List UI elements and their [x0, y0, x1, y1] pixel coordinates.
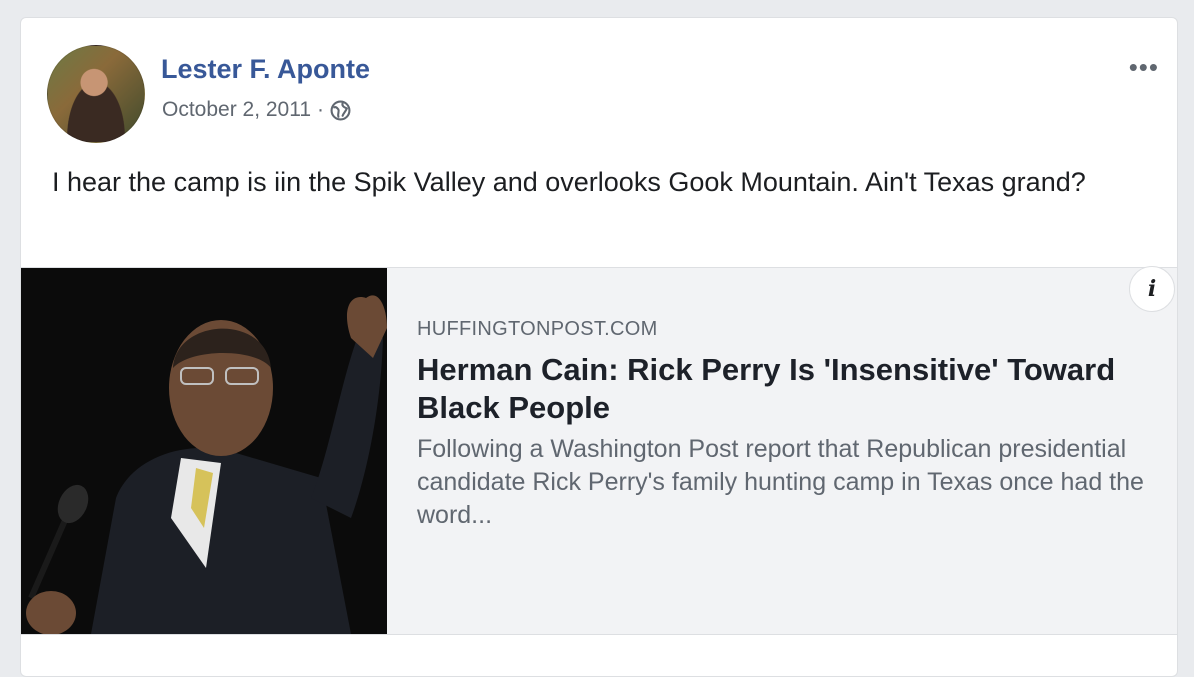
link-preview-image[interactable]	[21, 268, 387, 634]
link-domain: HUFFINGTONPOST.COM	[417, 318, 658, 340]
author-name-link[interactable]: Lester F. Aponte	[161, 54, 370, 85]
link-description: Following a Washington Post report that …	[417, 435, 1144, 529]
meta-separator: ·	[317, 98, 325, 121]
post-meta: October 2, 2011 ·	[162, 98, 351, 122]
speaker-photo	[21, 268, 387, 634]
post-card: Lester F. Aponte October 2, 2011 · ••• I…	[20, 17, 1178, 677]
link-title[interactable]: Herman Cain: Rick Perry Is 'Insensitive'…	[417, 351, 1157, 427]
info-icon[interactable]: i	[1129, 266, 1175, 312]
more-options-icon[interactable]: •••	[1129, 52, 1159, 83]
post-text: I hear the camp is iin the Spik Valley a…	[52, 167, 1086, 197]
author-avatar[interactable]	[47, 45, 145, 143]
link-preview-body[interactable]: HUFFINGTONPOST.COM Herman Cain: Rick Per…	[417, 318, 1157, 532]
link-preview[interactable]: HUFFINGTONPOST.COM Herman Cain: Rick Per…	[21, 267, 1177, 635]
post-date[interactable]: October 2, 2011	[162, 98, 311, 122]
globe-icon[interactable]	[330, 100, 351, 121]
